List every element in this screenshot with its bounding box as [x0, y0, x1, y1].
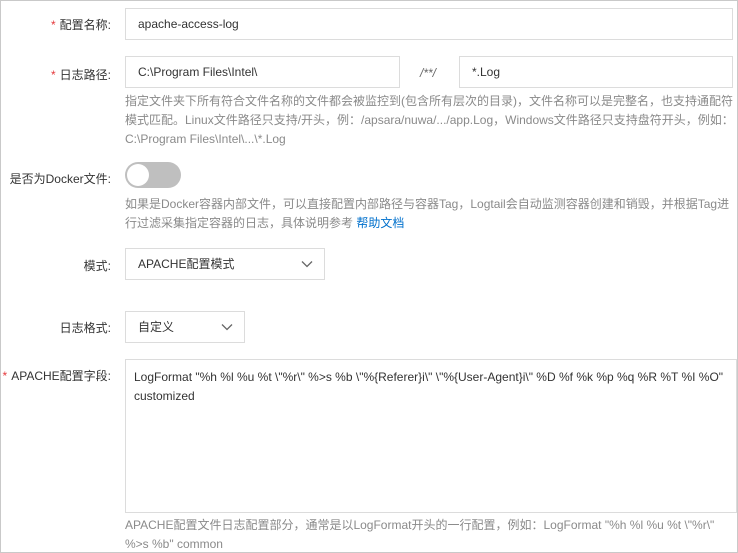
- apache-field-help: APACHE配置文件日志配置部分，通常是以LogFormat开头的一行配置，例如…: [125, 518, 715, 551]
- log-format-select[interactable]: 自定义: [125, 311, 245, 343]
- chevron-down-icon: [221, 324, 233, 331]
- required-asterisk: *: [2, 369, 8, 383]
- log-format-select-value: 自定义: [138, 320, 175, 334]
- form-panel: * 配置名称: apache-access-log * 日志路径: C:\Progr…: [0, 0, 738, 553]
- apache-field-textarea[interactable]: LogFormat "%h %l %u %t \"%r\" %>s %b \"%…: [125, 359, 737, 513]
- help-doc-link[interactable]: 帮助文档: [356, 216, 404, 230]
- log-path-dir-input[interactable]: C:\Program Files\Intel\: [125, 56, 400, 88]
- path-separator: /**/: [420, 66, 437, 80]
- required-asterisk: *: [50, 68, 56, 82]
- toggle-knob: [127, 164, 149, 186]
- chevron-down-icon: [301, 261, 313, 268]
- apache-field-label: * APACHE配置字段:: [2, 369, 111, 383]
- log-path-help: 指定文件夹下所有符合文件名称的文件都会被监控到(包含所有层次的目录)，文件名称可…: [125, 94, 734, 146]
- config-name-input[interactable]: apache-access-log: [125, 8, 733, 40]
- log-format-label: 日志格式:: [59, 321, 111, 335]
- docker-label: 是否为Docker文件:: [9, 172, 111, 186]
- config-name-label: * 配置名称:: [50, 18, 111, 32]
- docker-toggle[interactable]: [125, 162, 181, 188]
- log-path-label: * 日志路径:: [50, 68, 111, 82]
- docker-help: 如果是Docker容器内部文件，可以直接配置内部路径与容器Tag，Logtail…: [125, 197, 730, 230]
- required-asterisk: *: [50, 18, 56, 32]
- mode-select-value: APACHE配置模式: [138, 257, 235, 271]
- mode-label: 模式:: [83, 259, 111, 273]
- mode-select[interactable]: APACHE配置模式: [125, 248, 325, 280]
- log-path-file-input[interactable]: *.Log: [459, 56, 733, 88]
